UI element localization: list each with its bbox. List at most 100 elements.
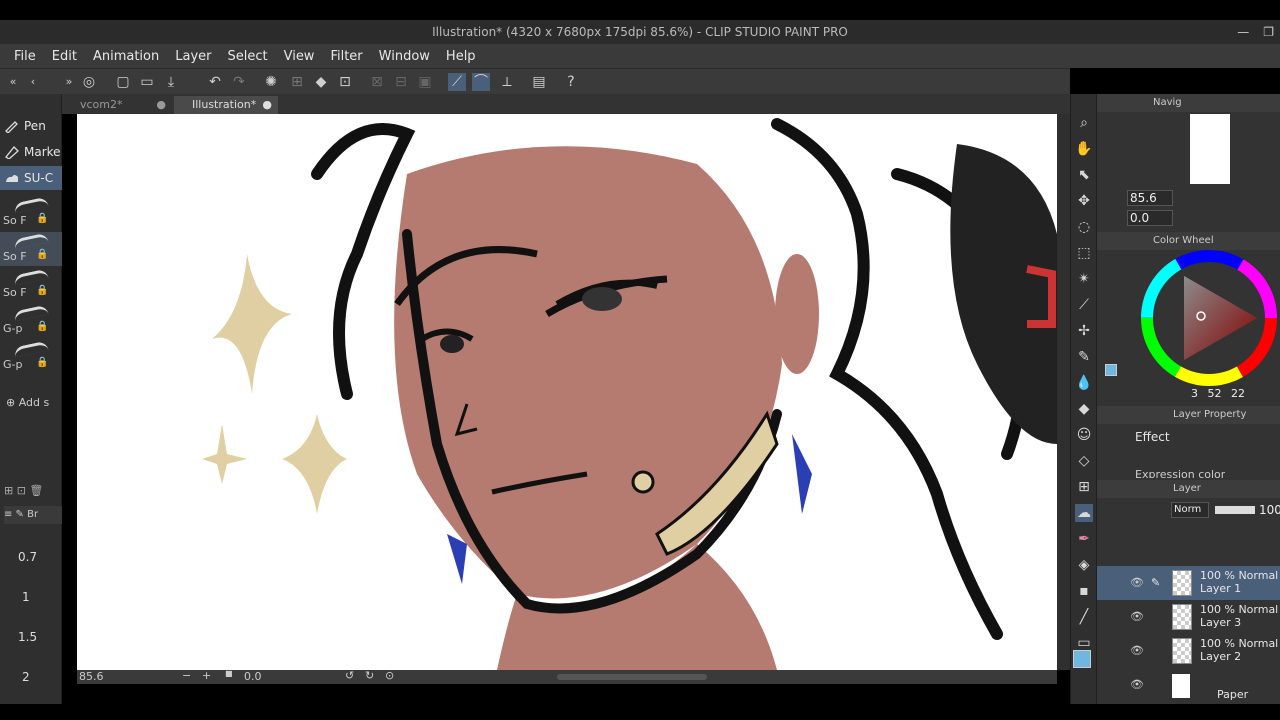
- clip-studio-icon[interactable]: ◎: [80, 73, 98, 91]
- menu-layer[interactable]: Layer: [167, 49, 219, 64]
- color-main-indicator[interactable]: [1105, 364, 1117, 376]
- selection-border-icon[interactable]: ▣: [416, 73, 434, 91]
- layer-row-layer-1[interactable]: 👁 ✎ 100 % Normal Layer 1: [1097, 566, 1280, 600]
- zoom-out-icon[interactable]: −: [182, 669, 191, 682]
- layer-row-layer-3[interactable]: 👁 100 % Normal Layer 3: [1097, 600, 1280, 634]
- sub-tool-su-c[interactable]: SU-C: [0, 166, 62, 190]
- sub-tool-pen[interactable]: Pen: [0, 114, 62, 138]
- undo-icon[interactable]: ↶: [206, 73, 224, 91]
- settings-icon[interactable]: ▤: [530, 73, 548, 91]
- snap-ruler-icon[interactable]: ⟋: [448, 73, 466, 91]
- lasso-icon[interactable]: ◌: [1075, 218, 1093, 236]
- eyedropper-icon[interactable]: ⟋: [1075, 296, 1093, 314]
- eye-icon[interactable]: 👁: [1130, 644, 1144, 658]
- help-icon[interactable]: ?: [562, 73, 580, 91]
- menu-edit[interactable]: Edit: [44, 49, 85, 64]
- ruler-icon[interactable]: ╱: [1075, 608, 1093, 626]
- tab-color-wheel[interactable]: Color Wheel: [1153, 232, 1214, 250]
- brush-size-item[interactable]: 0.7: [18, 550, 37, 564]
- canvas-angle-value[interactable]: 0.0: [244, 670, 262, 683]
- menu-window[interactable]: Window: [371, 49, 438, 64]
- save-icon[interactable]: ⤓: [162, 73, 180, 91]
- brush-size-item[interactable]: 1: [22, 590, 30, 604]
- navigator-thumbnail[interactable]: [1190, 114, 1230, 184]
- menu-filter[interactable]: Filter: [322, 49, 370, 64]
- selection-icon[interactable]: ⬚: [1075, 244, 1093, 262]
- tab-navigator[interactable]: Navig: [1153, 94, 1182, 112]
- snap-special-ruler-icon[interactable]: ⌒: [472, 73, 490, 91]
- menu-view[interactable]: View: [276, 49, 323, 64]
- minimize-button[interactable]: —: [1237, 20, 1249, 44]
- tab-layer-property[interactable]: Layer Property: [1173, 406, 1246, 424]
- brush-item[interactable]: G-p 🔒: [0, 304, 62, 338]
- eye-icon[interactable]: 👁: [1130, 610, 1144, 624]
- operation-icon[interactable]: ⬉: [1075, 166, 1093, 184]
- open-file-icon[interactable]: ▭: [138, 73, 156, 91]
- tab-vcom2[interactable]: vcom2* ●: [62, 96, 172, 114]
- auto-select-icon[interactable]: ✴: [1075, 270, 1093, 288]
- layer-row-layer-2[interactable]: 👁 100 % Normal Layer 2: [1097, 634, 1280, 668]
- drawing-canvas[interactable]: [77, 114, 1057, 670]
- menu-file[interactable]: File: [6, 49, 44, 64]
- move-layer-icon[interactable]: ✥: [1075, 192, 1093, 210]
- opacity-slider[interactable]: [1215, 506, 1255, 514]
- collapse-left-icon[interactable]: «: [4, 73, 22, 91]
- opacity-value[interactable]: 100: [1259, 503, 1280, 517]
- eye-icon[interactable]: 👁: [1130, 678, 1144, 692]
- brush-item[interactable]: So F 🔒: [0, 268, 62, 302]
- pen-tool-icon[interactable]: ✢: [1075, 322, 1093, 340]
- decoration-icon[interactable]: ☺: [1075, 426, 1093, 444]
- fill-tool-icon[interactable]: ✒: [1075, 530, 1093, 548]
- snap-grid-icon[interactable]: ⟂: [498, 73, 516, 91]
- brush-tool-icon[interactable]: 💧: [1075, 374, 1093, 392]
- eraser-icon[interactable]: ◇: [1075, 452, 1093, 470]
- brush-item[interactable]: So F 🔒: [0, 232, 62, 266]
- rotate-right-icon[interactable]: ↻: [365, 669, 374, 682]
- tab-layer[interactable]: Layer: [1173, 480, 1201, 498]
- navigator-zoom-input[interactable]: 85.6: [1127, 190, 1173, 206]
- arrow-left-icon[interactable]: ‹: [24, 73, 42, 91]
- layer-row-paper[interactable]: 👁 Paper: [1097, 668, 1280, 704]
- airbrush-icon[interactable]: ◆: [1075, 400, 1093, 418]
- zoom-in-icon[interactable]: +: [202, 669, 211, 682]
- brush-size-item[interactable]: 2: [22, 670, 30, 684]
- cloud-blend-icon[interactable]: ☁: [1075, 504, 1093, 522]
- close-icon[interactable]: ●: [156, 96, 166, 114]
- vertical-scrollbar[interactable]: [1057, 114, 1070, 670]
- blend-icon[interactable]: ⊞: [1075, 478, 1093, 496]
- expand-right-icon[interactable]: »: [60, 73, 78, 91]
- main-color-swatch[interactable]: [1073, 650, 1091, 668]
- add-sub-tool-button[interactable]: ⊕ Add s: [6, 396, 49, 409]
- close-icon[interactable]: ●: [262, 96, 272, 114]
- menu-animation[interactable]: Animation: [85, 49, 167, 64]
- transform-icon[interactable]: ⊡: [336, 73, 354, 91]
- menu-select[interactable]: Select: [219, 49, 275, 64]
- figure-icon[interactable]: ▪: [1075, 582, 1093, 600]
- brush-item[interactable]: So F 🔒: [0, 196, 62, 230]
- reset-rotation-icon[interactable]: ⊙: [385, 669, 394, 682]
- clear-icon[interactable]: ✺: [262, 73, 280, 91]
- fit-icon[interactable]: ■: [225, 669, 233, 678]
- color-wheel[interactable]: [1141, 250, 1277, 386]
- redo-icon[interactable]: ↷: [230, 73, 248, 91]
- navigator-angle-input[interactable]: 0.0: [1127, 210, 1173, 226]
- brush-item[interactable]: G-p 🔒: [0, 340, 62, 374]
- sub-tool-marker[interactable]: Marke: [0, 140, 62, 164]
- tab-illustration[interactable]: Illustration* ●: [174, 96, 278, 114]
- eye-icon[interactable]: 👁: [1130, 576, 1144, 590]
- rotate-left-icon[interactable]: ↺: [345, 669, 354, 682]
- gradient-icon[interactable]: ◈: [1075, 556, 1093, 574]
- hand-icon[interactable]: ✋: [1075, 140, 1093, 158]
- pencil-tool-icon[interactable]: ✎: [1075, 348, 1093, 366]
- restore-button[interactable]: ❐: [1263, 20, 1274, 44]
- cut-icon[interactable]: ⊞: [288, 73, 306, 91]
- new-file-icon[interactable]: ▢: [114, 73, 132, 91]
- fill-icon[interactable]: ◆: [312, 73, 330, 91]
- canvas-zoom-value[interactable]: 85.6: [79, 670, 104, 683]
- horizontal-scrollbar[interactable]: [557, 674, 707, 680]
- menu-help[interactable]: Help: [438, 49, 484, 64]
- deselect-icon[interactable]: ⊠: [368, 73, 386, 91]
- brush-size-item[interactable]: 1.5: [18, 630, 37, 644]
- zoom-icon[interactable]: ⌕: [1075, 114, 1093, 132]
- blend-mode-select[interactable]: Norm: [1171, 502, 1209, 518]
